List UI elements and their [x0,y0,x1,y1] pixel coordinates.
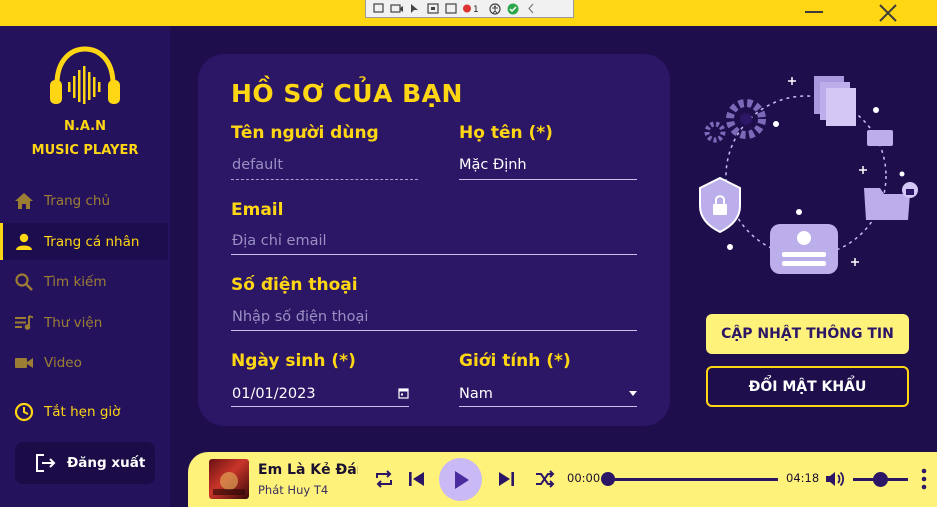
repeat-icon [376,470,392,488]
logout-icon [35,452,57,474]
volume-thumb[interactable] [872,472,888,487]
sleep-timer-button[interactable]: Tắt hẹn giờ [0,393,168,430]
gender-select[interactable]: Nam [459,383,493,405]
window-capture-icon[interactable] [444,3,458,15]
play-icon [454,470,469,489]
progress-slider[interactable] [608,478,778,481]
record-icon[interactable] [390,3,404,15]
sidebar: N.A.N MUSIC PLAYER Trang chủ Trang cá nh… [0,26,170,507]
svg-text:1: 1 [473,5,479,14]
close-button[interactable] [878,3,898,23]
volume-button[interactable] [824,469,846,489]
update-info-button[interactable]: CẬP NHẬT THÔNG TIN [706,314,909,354]
sleep-timer-label: Tắt hẹn giờ [44,403,121,420]
document-stack-icon [814,76,856,126]
birthday-field[interactable]: 01/01/2023 [232,383,316,405]
username-underline [231,179,418,180]
email-field[interactable]: Địa chỉ email [232,230,636,252]
library-icon [13,312,35,334]
accessibility-icon[interactable] [488,2,502,15]
more-options-icon[interactable] [921,468,927,490]
search-icon [13,271,35,293]
brand-name: N.A.N [64,119,106,134]
folder-lock-icon [864,182,918,220]
repeat-button[interactable] [373,469,395,489]
next-button[interactable] [496,469,516,489]
fullname-label: Họ tên (*) [459,123,553,143]
sidebar-item-search[interactable]: Tìm kiếm [0,263,168,300]
skip-next-icon [499,472,514,486]
counter-icon[interactable]: 1 [462,3,484,15]
profile-card: HỒ SƠ CỦA BẠN Tên người dùng default Họ … [198,54,670,426]
birthday-label: Ngày sinh (*) [231,351,356,371]
username-label: Tên người dùng [231,123,379,143]
shield-lock-icon [699,176,741,234]
birthday-underline [231,406,409,407]
shuffle-button[interactable] [534,469,556,489]
logout-button[interactable]: Đăng xuất [15,442,155,484]
gear-icon [704,99,766,143]
progress-thumb[interactable] [601,472,615,486]
title-bar: 1 [0,0,937,26]
chevron-down-icon[interactable] [629,391,637,396]
calendar-icon[interactable] [398,387,409,399]
profile-illustration [699,76,918,274]
gender-label: Giới tính (*) [459,351,571,371]
sidebar-item-label: Video [44,354,82,371]
player-bar: Em Là Kẻ Đáng Thương Phát Huy T4 00:00 0… [188,452,937,507]
fullname-field[interactable]: Mặc Định [459,154,527,176]
login-card-icon [770,224,838,274]
sidebar-item-label: Tìm kiếm [44,273,107,290]
fullname-underline [459,179,637,180]
total-time: 04:18 [786,471,820,485]
song-title: Em Là Kẻ Đáng Thương [258,462,358,478]
email-label: Email [231,200,284,220]
volume-icon [826,471,845,487]
sidebar-item-profile[interactable]: Trang cá nhân [0,223,168,260]
sidebar-item-label: Thư viện [44,314,103,331]
sidebar-item-home[interactable]: Trang chủ [0,182,168,219]
username-field: default [232,157,284,173]
minimize-button[interactable] [805,11,823,13]
headphones-logo [50,46,120,104]
home-icon [13,190,35,212]
gender-underline [459,406,637,407]
logout-label: Đăng xuất [67,455,146,471]
brand-subtitle: MUSIC PLAYER [31,143,139,158]
current-time: 00:00 [567,471,601,485]
pointer-icon[interactable] [408,3,422,15]
shuffle-icon [536,470,555,488]
email-underline [231,254,637,255]
collapse-icon[interactable] [524,3,538,15]
clock-icon [13,401,35,423]
region-icon[interactable] [426,3,440,15]
screenshot-icon[interactable] [372,3,386,15]
album-cover[interactable] [209,459,249,499]
sidebar-item-label: Trang cá nhân [44,233,140,250]
sidebar-item-library[interactable]: Thư viện [0,304,168,341]
video-icon [13,352,35,374]
skip-previous-icon [409,472,424,486]
sidebar-item-label: Trang chủ [44,192,111,209]
user-icon [13,231,35,253]
phone-underline [231,330,637,331]
overlay-toolbar[interactable]: 1 [365,0,574,18]
check-icon[interactable] [506,3,520,15]
sidebar-item-video[interactable]: Video [0,344,168,381]
phone-label: Số điện thoại [231,275,358,295]
page-title: HỒ SƠ CỦA BẠN [231,79,463,108]
previous-button[interactable] [407,469,427,489]
play-button[interactable] [439,458,482,501]
change-password-button[interactable]: ĐỔI MẬT KHẨU [706,366,909,407]
phone-field[interactable]: Nhập số điện thoại [232,306,636,328]
song-artist: Phát Huy T4 [258,483,329,497]
